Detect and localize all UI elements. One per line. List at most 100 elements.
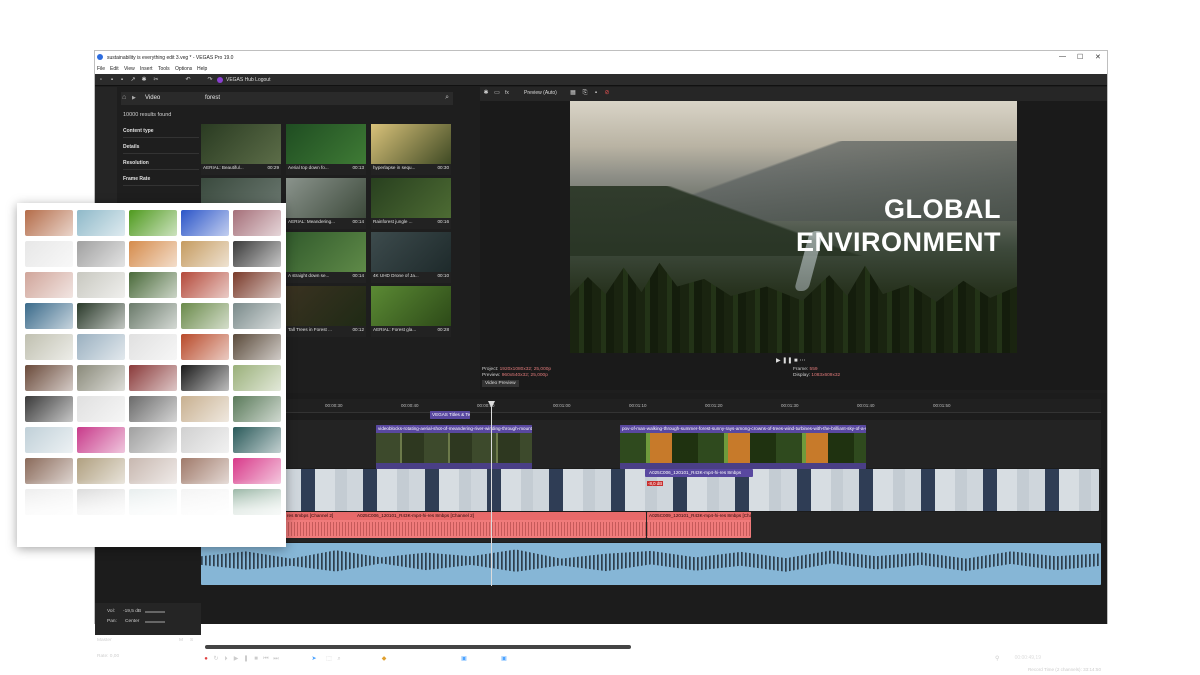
new-icon[interactable]: ▫ (98, 77, 104, 83)
mute-icon[interactable]: M (179, 638, 183, 643)
photo-thumbnail[interactable] (77, 241, 125, 267)
photo-thumbnail[interactable] (181, 427, 229, 453)
fx-icon[interactable]: fx (504, 90, 510, 96)
timeline-ruler[interactable]: 00:00:1000:00:2000:00:3000:00:4000:00:50… (173, 399, 1101, 413)
copy-snapshot-icon[interactable]: ⎘ (582, 90, 588, 96)
photo-thumbnail[interactable] (233, 210, 281, 236)
play-button[interactable]: ▶ (233, 656, 239, 662)
photo-thumbnail[interactable] (233, 241, 281, 267)
media-thumbnail[interactable]: Aerial top down fo... 00:13 (286, 124, 366, 175)
auto-ripple-icon[interactable]: ▣ (501, 656, 507, 662)
photo-thumbnail[interactable] (77, 396, 125, 422)
menu-view[interactable]: View (124, 66, 135, 72)
more-icon[interactable]: ⋯ (799, 358, 805, 364)
photo-thumbnail[interactable] (233, 365, 281, 391)
search-icon[interactable]: ⌕ (445, 94, 449, 102)
photo-thumbnail[interactable] (181, 210, 229, 236)
vegas-hub-logout[interactable]: VEGAS Hub Logout (226, 77, 270, 83)
photo-thumbnail[interactable] (181, 272, 229, 298)
photo-thumbnail[interactable] (129, 241, 177, 267)
photo-thumbnail[interactable] (77, 334, 125, 360)
vol-value[interactable]: -19,5 dB (123, 609, 141, 614)
filter-content-type[interactable]: Content type (123, 128, 199, 138)
photo-thumbnail[interactable] (77, 303, 125, 329)
export-icon[interactable]: ↗ (130, 77, 136, 83)
minimize-button[interactable]: — (1059, 53, 1066, 60)
undo-icon[interactable]: ↶ (185, 77, 191, 83)
audio-clip-3[interactable]: A025C009_120101_R43K-mp4-hi-res 8mbps [C… (647, 512, 751, 538)
vol-slider[interactable] (145, 611, 165, 613)
snap-icon[interactable]: ▣ (461, 656, 467, 662)
video-clip-river[interactable]: videoblocks-rotating-aerial-shot-of-mean… (376, 425, 532, 469)
pan-slider[interactable] (145, 621, 165, 623)
selection-tool-icon[interactable]: ⬚ (326, 656, 332, 662)
photo-thumbnail[interactable] (77, 365, 125, 391)
photo-thumbnail[interactable] (181, 396, 229, 422)
close-button[interactable]: ✕ (1095, 53, 1101, 61)
photo-thumbnail[interactable] (25, 241, 73, 267)
cut-icon[interactable]: ✂ (153, 77, 159, 83)
media-thumbnail[interactable]: 4K UHD Drone of Ja... 00:10 (371, 232, 451, 283)
photo-thumbnail[interactable] (25, 303, 73, 329)
photo-thumbnail[interactable] (233, 396, 281, 422)
menu-edit[interactable]: Edit (110, 66, 119, 72)
photo-thumbnail[interactable] (129, 396, 177, 422)
pause-icon[interactable]: ❚❚ (782, 358, 792, 364)
menu-file[interactable]: File (97, 66, 105, 72)
photo-thumbnail[interactable] (181, 241, 229, 267)
photo-thumbnail[interactable] (25, 396, 73, 422)
stop-button[interactable]: ■ (253, 656, 259, 662)
normal-edit-tool-icon[interactable]: ➤ (311, 656, 317, 662)
menu-insert[interactable]: Insert (140, 66, 153, 72)
play-icon[interactable]: ▶ (776, 358, 781, 364)
media-thumbnail[interactable]: Tall Trees in Forest ... 00:12 (286, 286, 366, 337)
photo-thumbnail[interactable] (25, 334, 73, 360)
photo-thumbnail[interactable] (181, 334, 229, 360)
menu-options[interactable]: Options (175, 66, 192, 72)
redo-icon[interactable]: ↷ (207, 77, 213, 83)
photo-thumbnail[interactable] (129, 427, 177, 453)
photo-thumbnail[interactable] (77, 210, 125, 236)
filter-details[interactable]: Details (123, 144, 199, 154)
zoom-tool-icon[interactable]: ⌕ (336, 656, 342, 662)
record-icon[interactable]: ⊘ (604, 90, 610, 96)
pan-value[interactable]: Center (125, 619, 139, 624)
photo-thumbnail[interactable] (129, 303, 177, 329)
home-icon[interactable]: ⌂ (122, 94, 126, 101)
loop-icon[interactable]: ↻ (213, 656, 219, 662)
photo-thumbnail[interactable] (77, 427, 125, 453)
stop-icon[interactable]: ■ (794, 358, 798, 364)
preview-quality-select[interactable]: Preview (Auto) (524, 90, 557, 96)
record-button[interactable]: ● (203, 656, 209, 662)
photo-thumbnail[interactable] (129, 365, 177, 391)
music-clip[interactable] (201, 543, 1101, 585)
menu-help[interactable]: Help (197, 66, 207, 72)
photo-thumbnail[interactable] (233, 303, 281, 329)
photo-thumbnail[interactable] (129, 272, 177, 298)
title-clip[interactable]: VEGAS Titles & Text (430, 411, 470, 419)
photo-thumbnail[interactable] (25, 272, 73, 298)
photo-thumbnail[interactable] (25, 210, 73, 236)
save-icon[interactable]: ▪ (119, 77, 125, 83)
open-icon[interactable]: ▪ (109, 77, 115, 83)
timeline-scrollbar[interactable] (205, 645, 631, 649)
go-start-icon[interactable]: ⏮ (263, 656, 269, 662)
media-thumbnail[interactable]: Rainforest jungle ... 00:16 (371, 178, 451, 229)
maximize-button[interactable]: ☐ (1077, 53, 1083, 61)
media-search-input[interactable]: forest (205, 95, 220, 101)
video-clip-forest[interactable]: pov-of-man-walking-through-summer-forest… (620, 425, 866, 469)
save-snapshot-icon[interactable]: ▪ (593, 90, 599, 96)
go-end-icon[interactable]: ⏭ (273, 656, 279, 662)
external-monitor-icon[interactable]: ▭ (494, 90, 500, 96)
preview-settings-icon[interactable]: ✱ (483, 90, 489, 96)
grid-icon[interactable]: ▦ (570, 90, 576, 96)
solo-icon[interactable]: S (190, 638, 193, 643)
photo-thumbnail[interactable] (181, 303, 229, 329)
photo-thumbnail[interactable] (129, 210, 177, 236)
media-thumbnail[interactable]: AERIAL: Beautiful... 00:29 (201, 124, 281, 175)
photo-thumbnail[interactable] (181, 365, 229, 391)
media-thumbnail[interactable]: A straight down se... 00:14 (286, 232, 366, 283)
media-thumbnail[interactable]: AERIAL: Forest gla... 00:28 (371, 286, 451, 337)
tab-video-preview[interactable]: Video Preview (482, 380, 519, 387)
filter-resolution[interactable]: Resolution (123, 160, 199, 170)
